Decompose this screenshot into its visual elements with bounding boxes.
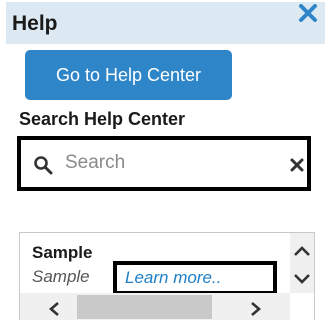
result-description: Sample: [32, 267, 90, 286]
search-input[interactable]: [65, 149, 265, 177]
help-panel-header: Help: [6, 2, 325, 44]
clear-icon[interactable]: [289, 157, 305, 173]
chevron-down-icon[interactable]: [293, 273, 311, 285]
chevron-up-icon[interactable]: [293, 245, 311, 257]
result-title: Sample: [32, 243, 93, 262]
help-panel: Help Go to Help Center Search Help Cente…: [0, 0, 325, 320]
horizontal-scroll-thumb[interactable]: [77, 295, 212, 319]
search-heading: Search Help Center: [19, 109, 186, 129]
search-icon: [34, 156, 53, 175]
learn-more-highlight: Learn more..: [113, 261, 277, 295]
chevron-right-icon[interactable]: [250, 301, 262, 317]
chevron-left-icon[interactable]: [48, 301, 60, 317]
learn-more-link[interactable]: Learn more..: [125, 268, 221, 288]
panel-title: Help: [12, 12, 58, 35]
close-icon[interactable]: [297, 2, 319, 24]
vertical-scrollbar[interactable]: [290, 233, 314, 293]
search-box: [17, 136, 311, 191]
search-results: Sample Sample Learn more..: [19, 232, 315, 320]
go-to-help-center-button[interactable]: Go to Help Center: [25, 50, 232, 100]
horizontal-scrollbar[interactable]: [20, 293, 290, 320]
